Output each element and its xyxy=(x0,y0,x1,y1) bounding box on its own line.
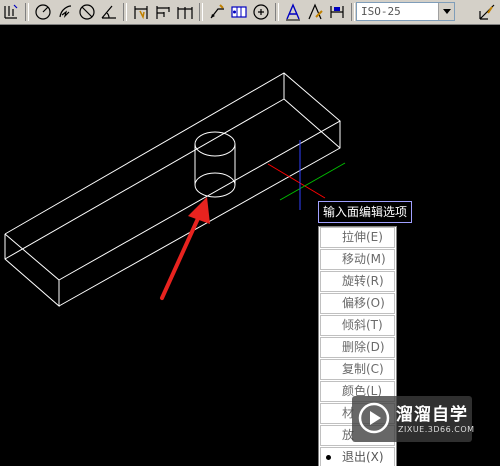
tolerance-icon[interactable] xyxy=(229,2,249,22)
menu-item-label: 删除(D) xyxy=(342,340,385,354)
continue-dimension-icon[interactable] xyxy=(175,2,195,22)
dimension-edit-icon[interactable] xyxy=(283,2,303,22)
jogged-dimension-icon[interactable] xyxy=(55,2,75,22)
menu-item-label: 复制(C) xyxy=(342,362,384,376)
menu-item-move[interactable]: 移动(M) xyxy=(320,249,395,270)
selected-bullet-icon xyxy=(326,455,331,460)
watermark-badge: 溜溜自学 ZIXUE.3D66.COM xyxy=(352,396,475,442)
toolbar-separator xyxy=(25,3,29,21)
menu-item-label: 倾斜(T) xyxy=(342,318,383,332)
menu-item-extrude[interactable]: 拉伸(E) xyxy=(320,227,395,248)
red-pointer-arrow-icon xyxy=(160,197,210,300)
menu-item-label: 旋转(R) xyxy=(342,274,384,288)
toolbar-separator xyxy=(199,3,203,21)
menu-item-rotate[interactable]: 旋转(R) xyxy=(320,271,395,292)
menu-item-taper[interactable]: 倾斜(T) xyxy=(320,315,395,336)
chevron-down-icon[interactable] xyxy=(438,3,454,20)
ordinate-dimension-icon[interactable] xyxy=(1,2,21,22)
menu-item-label: 退出(X) xyxy=(342,450,384,464)
quick-leader-icon[interactable] xyxy=(207,2,227,22)
baseline-dimension-icon[interactable] xyxy=(153,2,173,22)
dimension-text-edit-icon[interactable] xyxy=(305,2,325,22)
radius-dimension-icon[interactable] xyxy=(33,2,53,22)
watermark-subtitle: ZIXUE.3D66.COM xyxy=(398,425,475,434)
dimension-style-value: ISO-25 xyxy=(361,5,401,18)
diameter-dimension-icon[interactable] xyxy=(77,2,97,22)
toolbar-separator xyxy=(351,3,355,21)
angular-dimension-icon[interactable] xyxy=(99,2,119,22)
dimension-update-icon[interactable] xyxy=(327,2,347,22)
menu-item-copy[interactable]: 复制(C) xyxy=(320,359,395,380)
menu-item-label: 拉伸(E) xyxy=(342,230,383,244)
dimension-style-icon[interactable] xyxy=(477,2,497,22)
center-mark-icon[interactable] xyxy=(251,2,271,22)
menu-item-label: 偏移(O) xyxy=(342,296,385,310)
dimension-toolbar: ISO-25 xyxy=(0,0,500,25)
menu-item-exit[interactable]: 退出(X) xyxy=(320,447,395,466)
dimension-style-select[interactable]: ISO-25 xyxy=(356,2,455,21)
menu-item-delete[interactable]: 删除(D) xyxy=(320,337,395,358)
toolbar-separator xyxy=(123,3,127,21)
quick-dimension-icon[interactable] xyxy=(131,2,151,22)
play-logo-icon xyxy=(358,402,390,434)
menu-item-offset[interactable]: 偏移(O) xyxy=(320,293,395,314)
watermark-title: 溜溜自学 xyxy=(396,405,468,425)
face-edit-options-tooltip: 输入面编辑选项 xyxy=(318,201,413,223)
menu-item-label: 移动(M) xyxy=(342,252,386,266)
toolbar-separator xyxy=(275,3,279,21)
hole-cylinder xyxy=(194,131,236,198)
ucs-crosshair-icon xyxy=(267,140,346,210)
